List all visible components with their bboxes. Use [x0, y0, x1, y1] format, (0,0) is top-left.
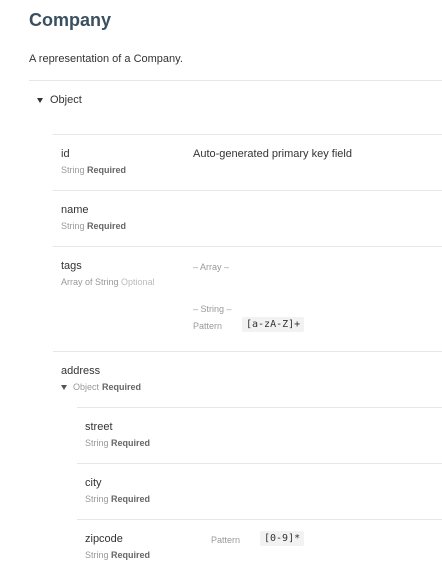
- field-name-zipcode: zipcode: [85, 533, 123, 545]
- field-name-city: city: [85, 477, 102, 489]
- divider: [53, 351, 442, 352]
- object-toggle[interactable]: Object: [37, 94, 82, 106]
- caret-down-icon: [37, 97, 43, 103]
- field-type-tags: Array of String Optional: [61, 277, 155, 287]
- pattern-label: Pattern: [211, 535, 241, 545]
- divider: [53, 134, 442, 135]
- pattern-value: [0-9]*: [260, 531, 305, 546]
- field-type-name: String Required: [61, 221, 127, 231]
- field-type-street: String Required: [85, 438, 151, 448]
- divider: [77, 407, 442, 408]
- schema-description: A representation of a Company.: [29, 53, 183, 65]
- address-object-toggle[interactable]: Object Required: [61, 382, 141, 392]
- pattern-value: [a-zA-Z]+: [242, 317, 305, 332]
- object-label: Object: [50, 94, 82, 106]
- field-type-id: String Required: [61, 165, 127, 175]
- divider: [77, 519, 442, 520]
- page-title: Company: [29, 10, 112, 30]
- field-type-zipcode: String Required: [85, 550, 151, 560]
- field-name-address: address: [61, 365, 101, 377]
- divider: [77, 463, 442, 464]
- caret-down-icon: [61, 384, 67, 390]
- field-name-name: name: [61, 204, 89, 216]
- divider: [53, 190, 442, 191]
- divider: [53, 246, 442, 247]
- field-name-id: id: [61, 148, 70, 160]
- field-type-city: String Required: [85, 494, 151, 504]
- array-label: – Array –: [193, 262, 230, 272]
- field-name-tags: tags: [61, 260, 82, 272]
- field-description-id: Auto-generated primary key field: [193, 148, 352, 160]
- string-label: – String –: [193, 304, 232, 314]
- pattern-label: Pattern: [193, 321, 223, 331]
- field-name-street: street: [85, 421, 113, 433]
- divider: [29, 80, 442, 81]
